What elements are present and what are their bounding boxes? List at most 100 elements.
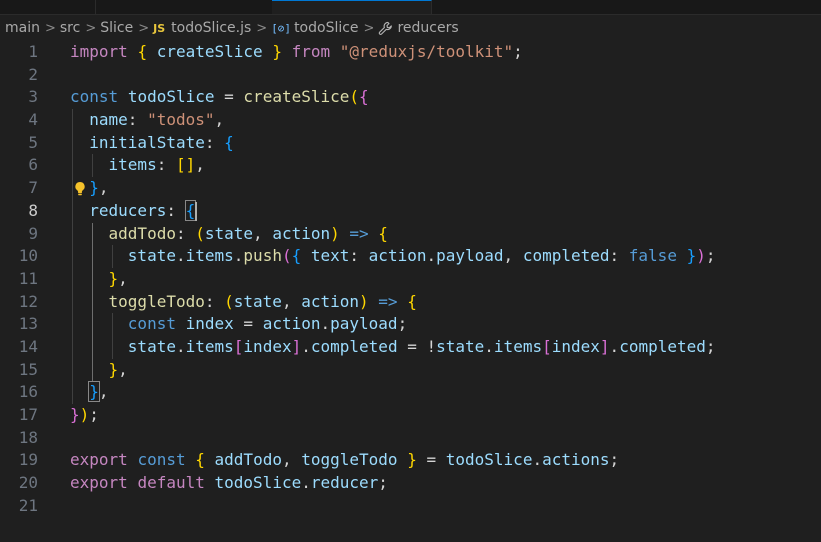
line-number: 10 — [18, 246, 38, 266]
line-number: 9 — [28, 223, 38, 243]
code-token: state — [204, 223, 254, 243]
code-line[interactable]: 14 state.items[index].completed = !state… — [0, 335, 821, 359]
code-line[interactable]: 9 addTodo: (state, action) => { — [0, 222, 821, 246]
code-text: import { createSlice } from "@reduxjs/to… — [70, 41, 523, 64]
code-text: toggleTodo: (state, action) => { — [70, 291, 417, 314]
line-number: 1 — [28, 42, 38, 61]
code-token: const — [70, 87, 119, 107]
code-text: items: [], — [70, 154, 205, 177]
code-token: toggleTodo — [108, 291, 205, 311]
line-number: 13 — [18, 314, 38, 334]
code-line[interactable]: 7 }, — [0, 177, 821, 200]
chevron-right-icon: > — [85, 20, 97, 36]
code-line[interactable]: 20 export default todoSlice.reducer; — [0, 472, 821, 495]
line-number: 7 — [28, 178, 38, 198]
chevron-right-icon: > — [256, 20, 268, 36]
code-line[interactable]: 2 — [0, 64, 821, 87]
chevron-right-icon: > — [44, 20, 56, 36]
code-token: ; — [705, 336, 716, 356]
code-token: completed — [522, 246, 610, 266]
code-text: const todoSlice = createSlice({ — [70, 86, 369, 109]
code-line[interactable]: 10 state.items.push({ text: action.paylo… — [0, 245, 821, 268]
breadcrumb-item-src[interactable]: src — [60, 20, 80, 36]
code-line[interactable]: 16 }, — [0, 381, 821, 404]
code-text: addTodo: (state, action) => { — [70, 223, 388, 246]
code-line[interactable]: 19 export const { addTodo, toggleTodo } =… — [0, 449, 821, 472]
code-token: index — [185, 314, 234, 334]
code-token: : — [204, 291, 225, 311]
code-token: completed — [310, 336, 398, 356]
code-token: ; — [397, 314, 408, 334]
code-token: "@reduxjs/toolkit" — [339, 42, 514, 61]
code-token: items — [185, 336, 234, 356]
editor-tab[interactable] — [0, 0, 96, 14]
code-token: [ — [542, 336, 552, 356]
code-token: . — [175, 246, 186, 266]
line-number: 4 — [28, 110, 38, 130]
code-token: ; — [89, 405, 99, 424]
code-token: } — [89, 178, 99, 198]
code-token: action — [272, 223, 331, 243]
code-line[interactable]: 11 }, — [0, 267, 821, 291]
code-line[interactable]: 1 import { createSlice } from "@reduxjs/t… — [0, 41, 821, 64]
breadcrumb-item-main[interactable]: main — [5, 20, 40, 36]
code-token: todoSlice — [214, 473, 302, 493]
code-line[interactable]: 15 }, — [0, 358, 821, 382]
editor-tab-active[interactable] — [272, 0, 432, 14]
breadcrumb-item-file[interactable]: JS todoSlice.js — [153, 20, 251, 36]
code-line[interactable]: 5 initialState: { — [0, 131, 821, 155]
breadcrumb-item-symbol[interactable]: [⊘] todoSlice — [271, 20, 358, 36]
code-token: todoSlice — [127, 87, 215, 107]
code-token: , — [281, 450, 302, 470]
code-token: ) — [79, 405, 90, 424]
code-text: initialState: { — [70, 132, 234, 155]
code-token: . — [484, 336, 494, 356]
code-line[interactable]: 21 — [0, 495, 821, 518]
code-token: ; — [513, 42, 523, 61]
code-token: default — [137, 473, 205, 493]
code-token: . — [609, 336, 620, 356]
code-line[interactable]: 17}); — [0, 404, 821, 427]
breadcrumb-item-reducers[interactable]: reducers — [378, 20, 459, 36]
code-token: ; — [705, 246, 716, 266]
breadcrumb: main > src > Slice > JS todoSlice.js > [… — [0, 17, 821, 39]
code-token: { — [359, 87, 369, 107]
js-file-icon: JS — [153, 21, 166, 35]
breadcrumb-item-slice-folder[interactable]: Slice — [100, 20, 133, 36]
code-line[interactable]: 6 items: [], — [0, 154, 821, 178]
code-line[interactable]: 8 reducers: { — [0, 199, 821, 223]
code-line[interactable]: 3 const todoSlice = createSlice({ — [0, 86, 821, 109]
chevron-right-icon: > — [138, 20, 150, 36]
code-token: , — [214, 110, 225, 130]
code-editor[interactable]: 1 import { createSlice } from "@reduxjs/t… — [0, 41, 821, 517]
code-line[interactable]: 12 toggleTodo: (state, action) => { — [0, 290, 821, 314]
code-line[interactable]: 4 name: "todos", — [0, 109, 821, 132]
code-token: false — [628, 246, 677, 266]
code-token: text — [310, 246, 350, 266]
code-line[interactable]: 13 const index = action.payload; — [0, 313, 821, 336]
code-token: => — [378, 291, 398, 311]
code-token: payload — [436, 246, 504, 266]
code-token: } — [407, 450, 417, 470]
code-token: , — [281, 291, 302, 311]
code-token: state — [436, 336, 485, 356]
code-token: { — [291, 246, 302, 266]
code-token: from — [291, 42, 331, 61]
lightbulb-icon[interactable] — [74, 181, 86, 197]
code-token: addTodo — [108, 223, 176, 243]
code-text: }); — [70, 404, 99, 427]
code-token: ( — [224, 291, 234, 311]
code-line[interactable]: 18 — [0, 427, 821, 450]
code-token: . — [301, 336, 311, 356]
line-number: 14 — [18, 336, 38, 356]
code-text: export default todoSlice.reducer; — [70, 472, 388, 495]
